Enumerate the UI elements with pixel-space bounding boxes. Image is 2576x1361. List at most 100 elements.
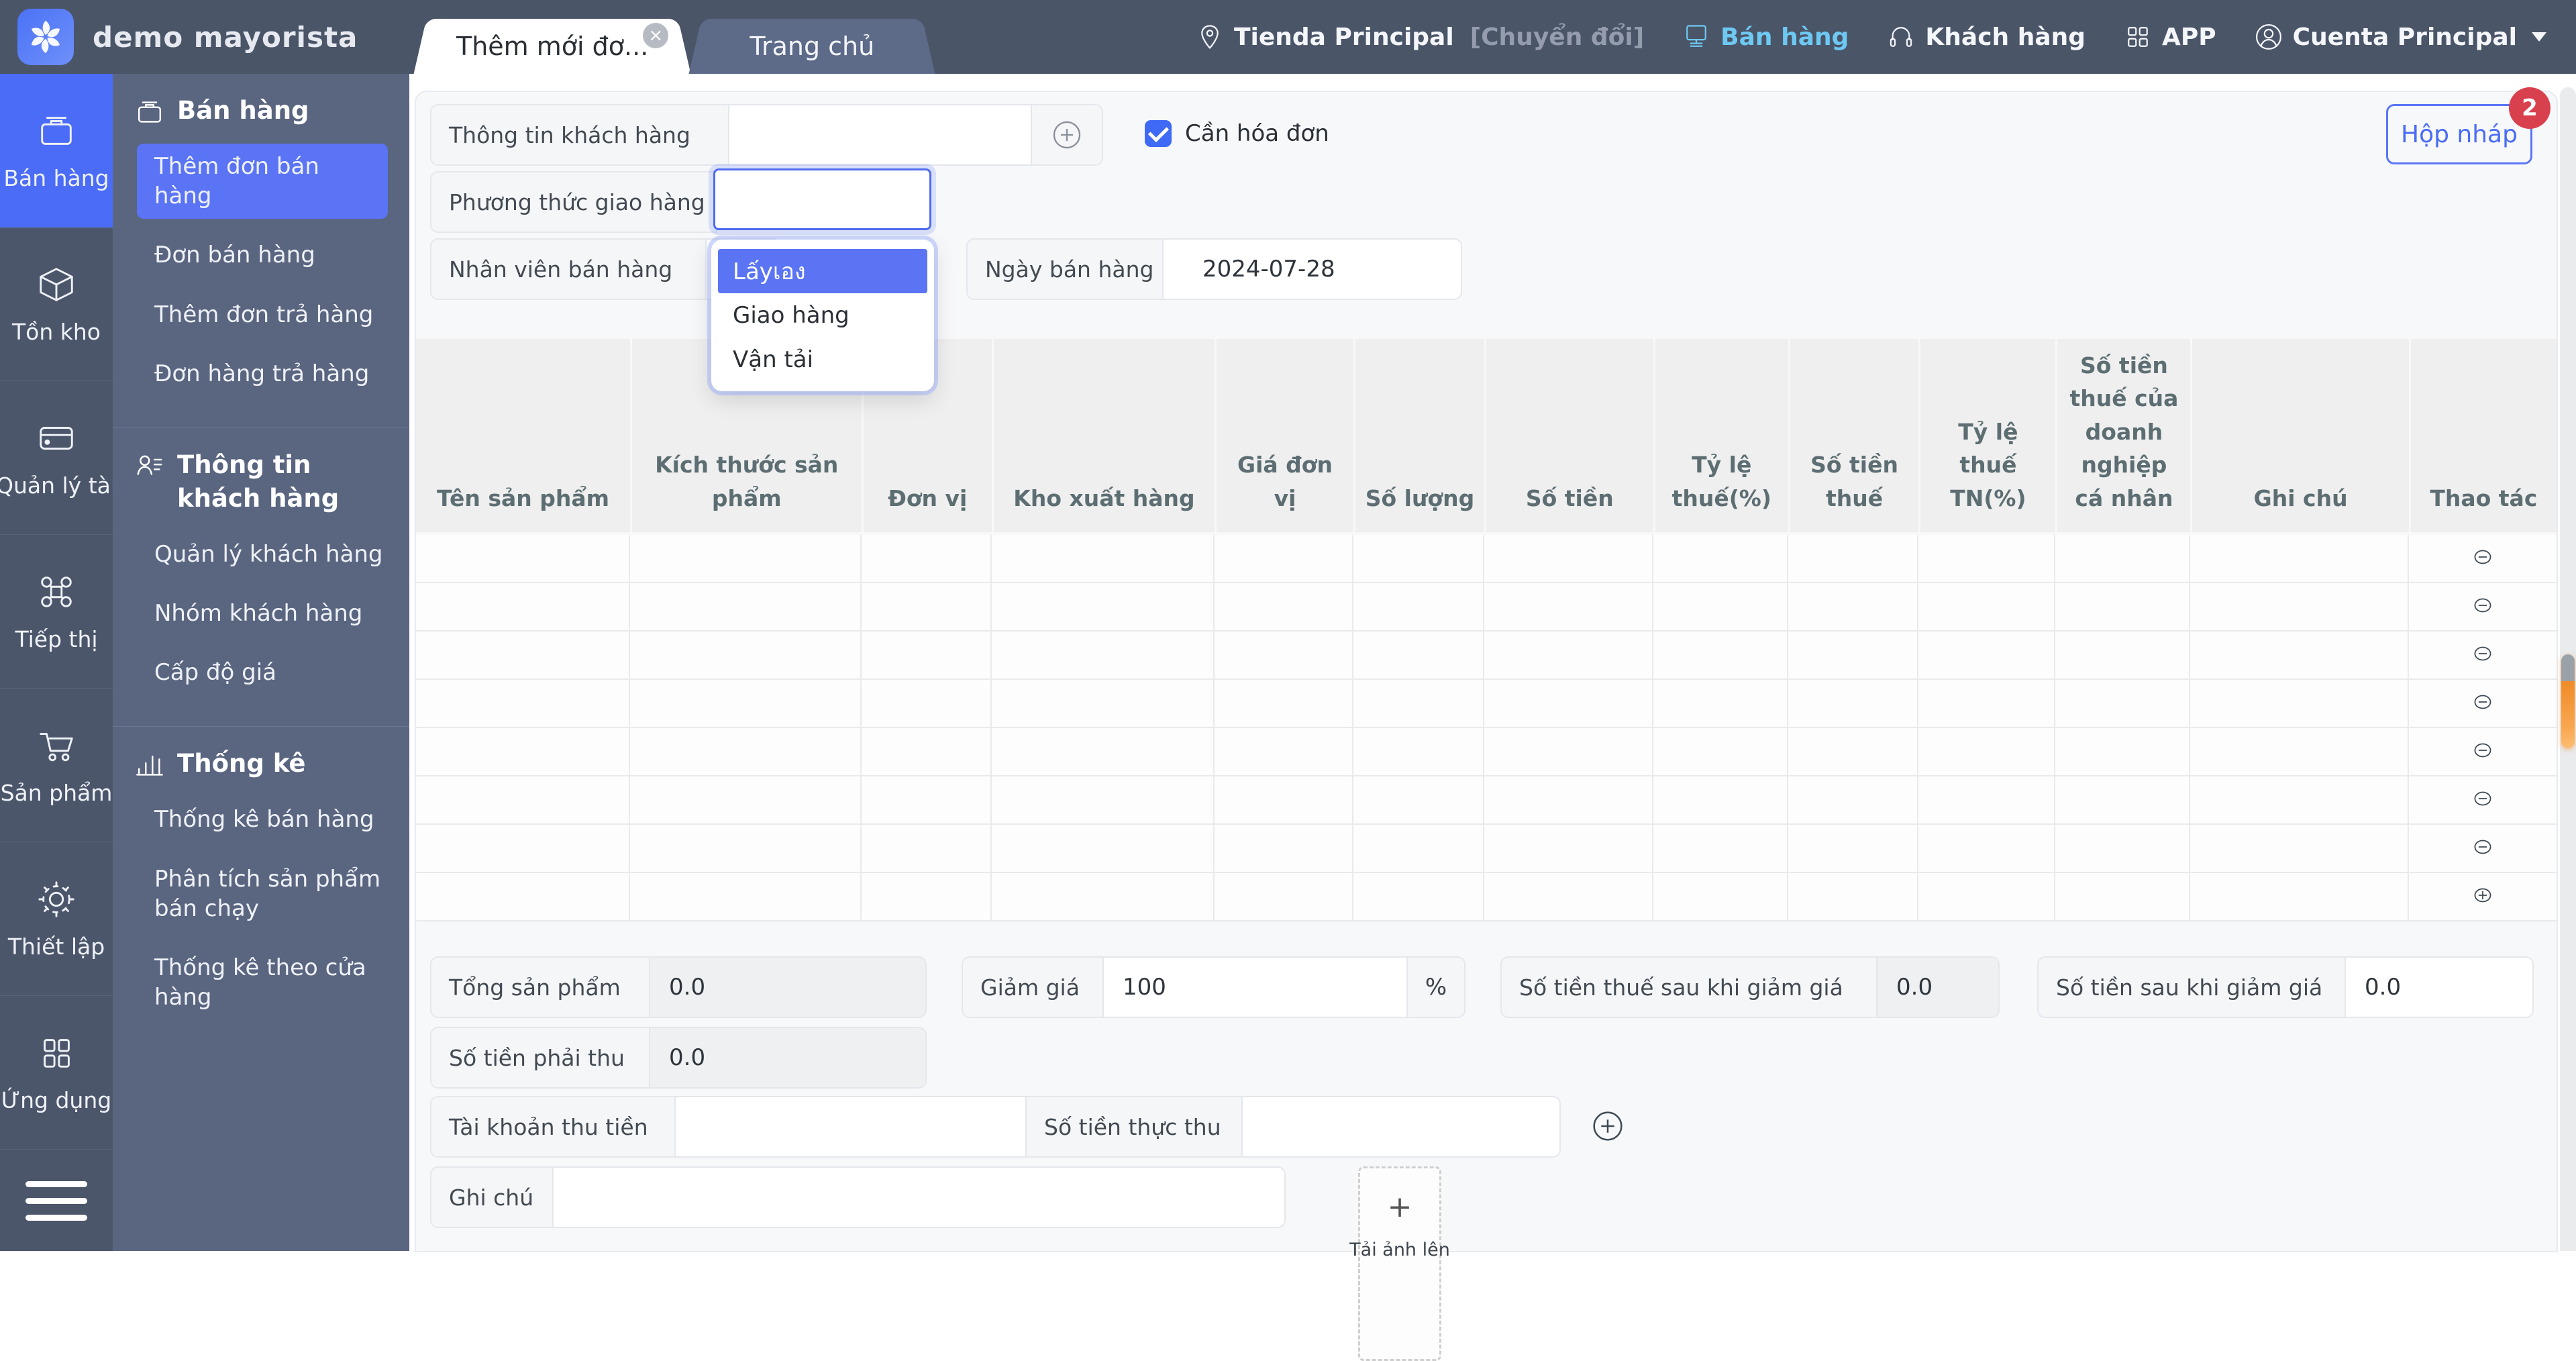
table-cell[interactable] xyxy=(1788,873,1919,920)
table-cell[interactable] xyxy=(1788,535,1919,582)
table-cell[interactable] xyxy=(992,632,1215,678)
table-cell[interactable] xyxy=(1215,680,1353,727)
table-cell[interactable] xyxy=(992,873,1215,920)
vertical-scrollbar[interactable] xyxy=(2560,87,2576,1251)
table-cell[interactable] xyxy=(1353,535,1484,582)
table-cell[interactable] xyxy=(1918,535,2055,582)
table-cell[interactable] xyxy=(1353,825,1484,872)
table-cell[interactable] xyxy=(1918,825,2055,872)
table-cell[interactable] xyxy=(1918,583,2055,630)
table-cell[interactable] xyxy=(1653,535,1788,582)
dropdown-option-transport[interactable]: Vận tải xyxy=(718,338,927,382)
discount-input[interactable]: 100 xyxy=(1104,958,1406,1017)
rail-item-inventory[interactable]: Tồn kho xyxy=(0,228,113,381)
topbar-pos[interactable]: Bán hàng xyxy=(1682,22,1849,52)
table-cell[interactable] xyxy=(416,583,630,630)
remove-row-icon[interactable] xyxy=(2468,594,2497,619)
table-cell[interactable] xyxy=(1484,680,1653,727)
tab-home[interactable]: Trang chủ xyxy=(705,19,919,74)
table-cell[interactable] xyxy=(630,535,862,582)
table-cell[interactable] xyxy=(1353,776,1484,823)
table-cell[interactable] xyxy=(2190,535,2408,582)
table-cell[interactable] xyxy=(1353,728,1484,775)
table-cell[interactable] xyxy=(1484,632,1653,678)
topbar-app[interactable]: APP xyxy=(2123,22,2216,52)
amount-after-discount-input[interactable]: 0.0 xyxy=(2346,958,2532,1017)
table-cell[interactable] xyxy=(416,873,630,920)
table-cell[interactable] xyxy=(1788,776,1919,823)
scrollbar-thumb[interactable] xyxy=(2561,654,2575,748)
table-cell[interactable] xyxy=(862,873,992,920)
table-cell[interactable] xyxy=(1653,873,1788,920)
store-switcher[interactable]: Tienda Principal [Chuyển đổi] xyxy=(1195,22,1644,52)
table-cell[interactable] xyxy=(1353,583,1484,630)
table-cell[interactable] xyxy=(1353,680,1484,727)
table-cell[interactable] xyxy=(1353,632,1484,678)
table-cell[interactable] xyxy=(1788,680,1919,727)
table-cell[interactable] xyxy=(862,680,992,727)
add-row-icon[interactable] xyxy=(2468,884,2497,909)
table-cell[interactable] xyxy=(2055,535,2190,582)
table-cell[interactable] xyxy=(416,680,630,727)
table-cell[interactable] xyxy=(2190,776,2408,823)
table-cell[interactable] xyxy=(1788,728,1919,775)
remove-row-icon[interactable] xyxy=(2468,836,2497,861)
table-cell[interactable] xyxy=(2190,825,2408,872)
table-cell[interactable] xyxy=(1215,728,1353,775)
table-cell[interactable] xyxy=(630,728,862,775)
table-cell[interactable] xyxy=(630,583,862,630)
table-cell[interactable] xyxy=(862,728,992,775)
rail-item-products[interactable]: Sản phẩm xyxy=(0,689,113,842)
table-cell[interactable] xyxy=(862,535,992,582)
tab-close-icon[interactable]: × xyxy=(643,23,668,48)
submenu-item-add-return[interactable]: Thêm đơn trả hàng xyxy=(134,285,388,344)
table-cell[interactable] xyxy=(1653,825,1788,872)
remove-row-icon[interactable] xyxy=(2468,787,2497,813)
submenu-item-sale-orders[interactable]: Đơn bán hàng xyxy=(134,225,388,285)
submenu-item-return-orders[interactable]: Đơn hàng trả hàng xyxy=(134,344,388,403)
table-cell[interactable] xyxy=(2055,583,2190,630)
table-cell[interactable] xyxy=(1215,632,1353,678)
table-cell[interactable] xyxy=(862,776,992,823)
rail-item-sales[interactable]: Bán hàng xyxy=(0,74,113,228)
rail-item-marketing[interactable]: Tiếp thị xyxy=(0,535,113,689)
draft-box-button[interactable]: Hộp nháp 2 xyxy=(2386,104,2532,164)
table-cell[interactable] xyxy=(2055,825,2190,872)
table-cell[interactable] xyxy=(2055,728,2190,775)
table-cell[interactable] xyxy=(1484,825,1653,872)
table-cell[interactable] xyxy=(1215,825,1353,872)
delivery-method-input[interactable] xyxy=(713,168,931,230)
submenu-item-customer-groups[interactable]: Nhóm khách hàng xyxy=(134,584,388,643)
add-customer-button[interactable] xyxy=(1031,105,1102,164)
invoice-checkbox[interactable] xyxy=(1145,120,1172,147)
rail-item-settings[interactable]: Thiết lập xyxy=(0,842,113,996)
remove-row-icon[interactable] xyxy=(2468,642,2497,668)
table-cell[interactable] xyxy=(2055,680,2190,727)
submenu-item-sales-stats[interactable]: Thống kê bán hàng xyxy=(134,790,388,849)
table-cell[interactable] xyxy=(992,825,1215,872)
note-input[interactable] xyxy=(554,1168,1284,1227)
table-cell[interactable] xyxy=(1918,728,2055,775)
customer-info-input[interactable] xyxy=(729,105,1031,164)
table-cell[interactable] xyxy=(992,680,1215,727)
table-cell[interactable] xyxy=(416,728,630,775)
table-cell[interactable] xyxy=(1653,632,1788,678)
submenu-item-customer-management[interactable]: Quản lý khách hàng xyxy=(134,525,388,584)
table-cell[interactable] xyxy=(992,728,1215,775)
table-cell[interactable] xyxy=(992,776,1215,823)
collapse-menu-button[interactable] xyxy=(0,1150,113,1251)
table-cell[interactable] xyxy=(416,632,630,678)
account-menu[interactable]: Cuenta Principal xyxy=(2254,22,2546,52)
table-cell[interactable] xyxy=(2190,583,2408,630)
received-amount-input[interactable] xyxy=(1243,1097,1559,1156)
table-cell[interactable] xyxy=(2190,728,2408,775)
remove-row-icon[interactable] xyxy=(2468,546,2497,571)
table-cell[interactable] xyxy=(992,535,1215,582)
table-cell[interactable] xyxy=(1918,873,2055,920)
table-cell[interactable] xyxy=(630,825,862,872)
submenu-item-bestseller-analysis[interactable]: Phân tích sản phẩm bán chạy xyxy=(134,850,388,938)
table-cell[interactable] xyxy=(2055,632,2190,678)
table-cell[interactable] xyxy=(862,583,992,630)
sale-date-input[interactable]: 2024-07-28 xyxy=(1164,240,1461,299)
table-cell[interactable] xyxy=(1653,728,1788,775)
